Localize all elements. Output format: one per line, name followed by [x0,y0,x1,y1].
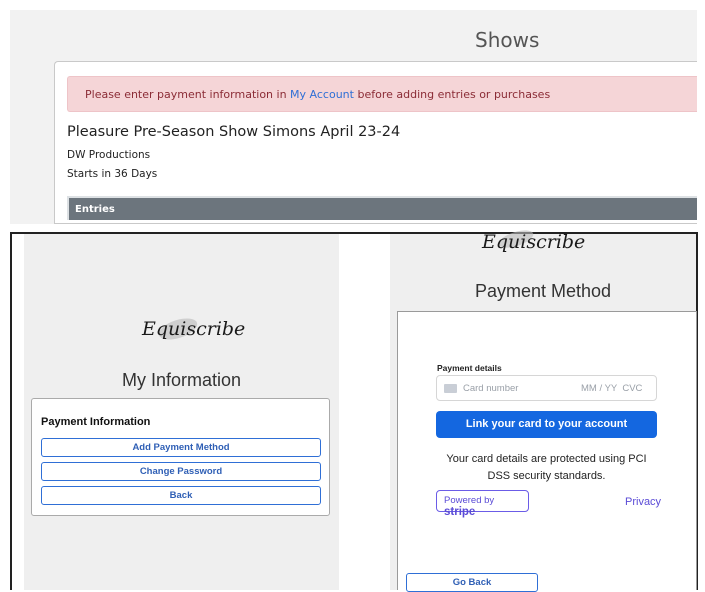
equiscribe-logo: Equiscribe [142,318,246,340]
entries-section-header[interactable]: Entries [67,196,697,220]
stripe-logo-text: stripe [444,506,476,518]
payment-method-heading: Payment Method [474,281,612,301]
alert-text-after: before adding entries or purchases [353,88,551,101]
payment-information-title: Payment Information [41,416,151,428]
expiry-cvc-placeholder: MM / YY CVC [581,383,643,394]
equiscribe-logo: Equiscribe [482,231,586,253]
back-button[interactable]: Back [41,486,321,505]
show-start-countdown: Starts in 36 Days [67,168,158,180]
show-title: Pleasure Pre-Season Show Simons April 23… [67,124,401,140]
payment-details-label: Payment details [437,363,502,373]
card-number-placeholder: Card number [463,383,519,394]
powered-by-text: Powered by [444,495,495,506]
link-card-button[interactable]: Link your card to your account [436,411,657,438]
privacy-link[interactable]: Privacy [625,496,661,508]
my-account-link[interactable]: My Account [290,88,354,101]
payment-alert: Please enter payment information in My A… [67,76,697,112]
change-password-button[interactable]: Change Password [41,462,321,481]
show-producer: DW Productions [67,149,151,161]
security-note: Your card details are protected using PC… [446,453,647,482]
alert-text-before: Please enter payment information in [85,88,291,101]
go-back-button[interactable]: Go Back [406,573,538,592]
my-information-heading: My Information [121,370,242,390]
powered-by-stripe-badge[interactable]: Powered by stripe [436,490,529,518]
credit-card-icon [444,384,457,393]
left-border [10,232,12,590]
page-title: Shows [475,28,540,52]
add-payment-method-button[interactable]: Add Payment Method [41,438,321,457]
